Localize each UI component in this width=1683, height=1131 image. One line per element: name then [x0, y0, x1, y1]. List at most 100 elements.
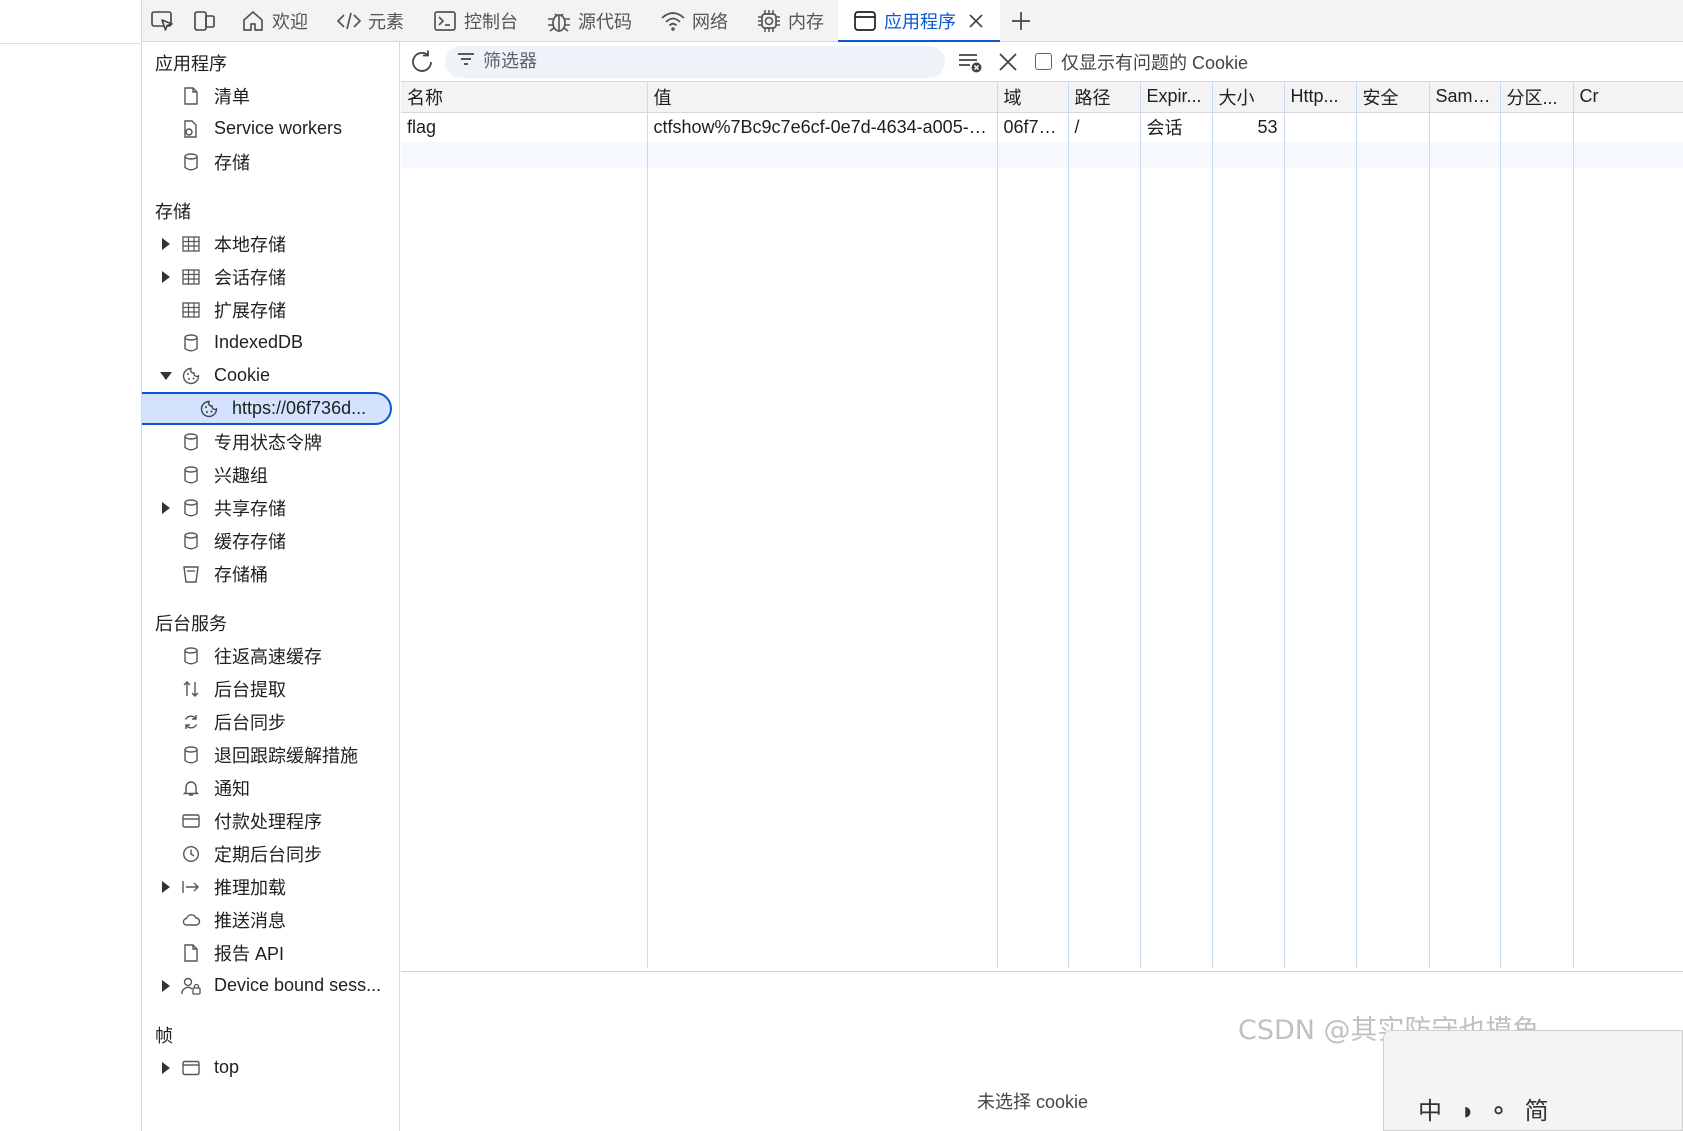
tab-sources[interactable]: 源代码: [532, 0, 646, 42]
table-filler: [401, 168, 1683, 968]
cookie-value-cell[interactable]: ctfshow%7Bc9c7e6cf-0e7d-4634-a005-e...: [647, 112, 998, 142]
clear-all-cookies-icon[interactable]: [951, 43, 989, 81]
cookie-secure-cell[interactable]: [1356, 112, 1430, 142]
sidebar-item-background-fetch[interactable]: 后台提取: [142, 672, 399, 705]
sidebar-item-frame-top[interactable]: top: [142, 1051, 399, 1084]
column-header-secure[interactable]: 安全: [1356, 82, 1430, 113]
checkbox-box[interactable]: [1035, 53, 1052, 70]
column-header-expires[interactable]: Expir...: [1140, 82, 1213, 113]
inspect-element-icon[interactable]: [142, 0, 184, 42]
cookie-icon: [198, 398, 220, 420]
column-header-domain[interactable]: 域: [997, 82, 1069, 113]
ime-punctuation-icon[interactable]: ⚬: [1489, 1097, 1509, 1126]
sidebar-item-session-storage[interactable]: 会话存储: [142, 260, 399, 293]
sidebar-item-cache-storage[interactable]: 缓存存储: [142, 524, 399, 557]
tab-label: 欢迎: [272, 12, 308, 32]
cookie-cross-site-cell[interactable]: [1573, 112, 1683, 142]
sidebar-item-local-storage[interactable]: 本地存储: [142, 227, 399, 260]
filter-input[interactable]: [483, 51, 903, 72]
sidebar-item-push-messaging[interactable]: 推送消息: [142, 903, 399, 936]
filter-box[interactable]: [445, 45, 945, 78]
cookie-domain-cell[interactable]: 06f73...: [997, 112, 1069, 142]
delete-selected-icon[interactable]: [989, 43, 1027, 81]
sidebar-item-label: 通知: [214, 778, 250, 799]
expand-arrow-icon[interactable]: [156, 237, 176, 250]
cookie-samesite-cell[interactable]: [1429, 112, 1501, 142]
sidebar-item-device-bound-sessions[interactable]: Device bound sess...: [142, 969, 399, 1002]
sidebar-item-extension-storage[interactable]: 扩展存储: [142, 293, 399, 326]
device-toolbar-icon[interactable]: [184, 0, 226, 42]
column-header-name[interactable]: 名称: [401, 82, 648, 113]
sidebar-item-manifest[interactable]: 清单: [142, 79, 399, 112]
cookie-expires-cell[interactable]: 会话: [1140, 112, 1213, 142]
cookie-path-cell[interactable]: /: [1068, 112, 1141, 142]
ime-moon-icon[interactable]: ◑: [1458, 1098, 1473, 1126]
sidebar-item-label: 共享存储: [214, 498, 286, 519]
tab-application[interactable]: 应用程序: [838, 0, 1000, 43]
database-icon: [180, 151, 202, 173]
sidebar-item-shared-storage[interactable]: 共享存储: [142, 491, 399, 524]
sidebar-item-label: 存储: [214, 152, 250, 173]
devtools-tabbar: 欢迎 元素 控制台 源代码 网络 内存 应用程序: [142, 0, 1683, 43]
collapse-arrow-icon[interactable]: [156, 371, 176, 381]
sidebar-item-background-sync[interactable]: 后台同步: [142, 705, 399, 738]
sidebar-item-storage-overview[interactable]: 存储: [142, 145, 399, 178]
expand-arrow-icon[interactable]: [156, 979, 176, 992]
sidebar-item-label: 清单: [214, 86, 250, 107]
cookie-name-cell[interactable]: flag: [401, 112, 648, 142]
add-tab-icon[interactable]: [1000, 0, 1042, 41]
ime-simplified-mode[interactable]: 简: [1525, 1091, 1549, 1126]
sidebar-item-periodic-sync[interactable]: 定期后台同步: [142, 837, 399, 870]
tab-console[interactable]: 控制台: [418, 0, 532, 42]
expand-arrow-icon[interactable]: [156, 501, 176, 514]
sync-icon: [180, 711, 202, 733]
column-header-httponly[interactable]: Http...: [1284, 82, 1357, 113]
cookie-size-cell[interactable]: 53: [1212, 112, 1285, 142]
sidebar-item-notifications[interactable]: 通知: [142, 771, 399, 804]
table-row[interactable]: flag ctfshow%7Bc9c7e6cf-0e7d-4634-a005-e…: [401, 112, 1683, 142]
sidebar-item-bfcache[interactable]: 往返高速缓存: [142, 639, 399, 672]
sidebar-item-service-workers[interactable]: Service workers: [142, 112, 399, 145]
table-row-empty[interactable]: [401, 142, 1683, 168]
refresh-icon[interactable]: [403, 43, 441, 81]
sidebar-item-bounce-tracking[interactable]: 退回跟踪缓解措施: [142, 738, 399, 771]
sidebar-item-label: 本地存储: [214, 234, 286, 255]
expand-arrow-icon[interactable]: [156, 880, 176, 893]
cookie-httponly-cell[interactable]: [1284, 112, 1357, 142]
expand-arrow-icon[interactable]: [156, 270, 176, 283]
sidebar-item-label: 缓存存储: [214, 531, 286, 552]
column-header-samesite[interactable]: Same...: [1429, 82, 1501, 113]
sidebar-item-payment-handler[interactable]: 付款处理程序: [142, 804, 399, 837]
sidebar-item-private-state-tokens[interactable]: 专用状态令牌: [142, 425, 399, 458]
sidebar-item-reporting-api[interactable]: 报告 API: [142, 936, 399, 969]
column-header-size[interactable]: 大小: [1212, 82, 1285, 113]
column-header-cross-site[interactable]: Cr: [1573, 82, 1683, 113]
column-header-value[interactable]: 值: [647, 82, 998, 113]
column-header-partition[interactable]: 分区...: [1500, 82, 1574, 113]
home-icon: [240, 8, 266, 34]
sidebar-item-indexeddb[interactable]: IndexedDB: [142, 326, 399, 359]
close-tab-icon[interactable]: [966, 11, 986, 31]
sidebar-item-speculative-loads[interactable]: 推理加载: [142, 870, 399, 903]
sidebar-item-cookies[interactable]: Cookie: [142, 359, 399, 392]
expand-arrow-icon[interactable]: [156, 1061, 176, 1074]
column-header-path[interactable]: 路径: [1068, 82, 1141, 113]
bucket-icon: [180, 563, 202, 585]
cookie-partition-cell[interactable]: [1500, 112, 1574, 142]
ime-chinese-mode[interactable]: 中: [1418, 1091, 1442, 1126]
code-icon: [336, 8, 362, 34]
cookies-table: 名称 值 域 路径 Expir... 大小 Http... 安全 Same...…: [401, 82, 1683, 972]
sidebar-item-cookie-origin[interactable]: https://06f736d...: [142, 392, 392, 425]
only-issues-checkbox[interactable]: 仅显示有问题的 Cookie: [1035, 49, 1248, 75]
tab-network[interactable]: 网络: [646, 0, 742, 42]
tab-welcome[interactable]: 欢迎: [226, 0, 322, 42]
tab-elements[interactable]: 元素: [322, 0, 418, 42]
arrow-right-bar-icon: [180, 876, 202, 898]
section-title-background-services: 后台服务: [155, 613, 227, 634]
tab-memory[interactable]: 内存: [742, 0, 838, 42]
sidebar-item-interest-groups[interactable]: 兴趣组: [142, 458, 399, 491]
sidebar-item-label: 报告 API: [214, 943, 285, 964]
document-icon: [180, 85, 202, 107]
sidebar-item-label: 定期后台同步: [214, 844, 322, 865]
sidebar-item-storage-buckets[interactable]: 存储桶: [142, 557, 399, 590]
